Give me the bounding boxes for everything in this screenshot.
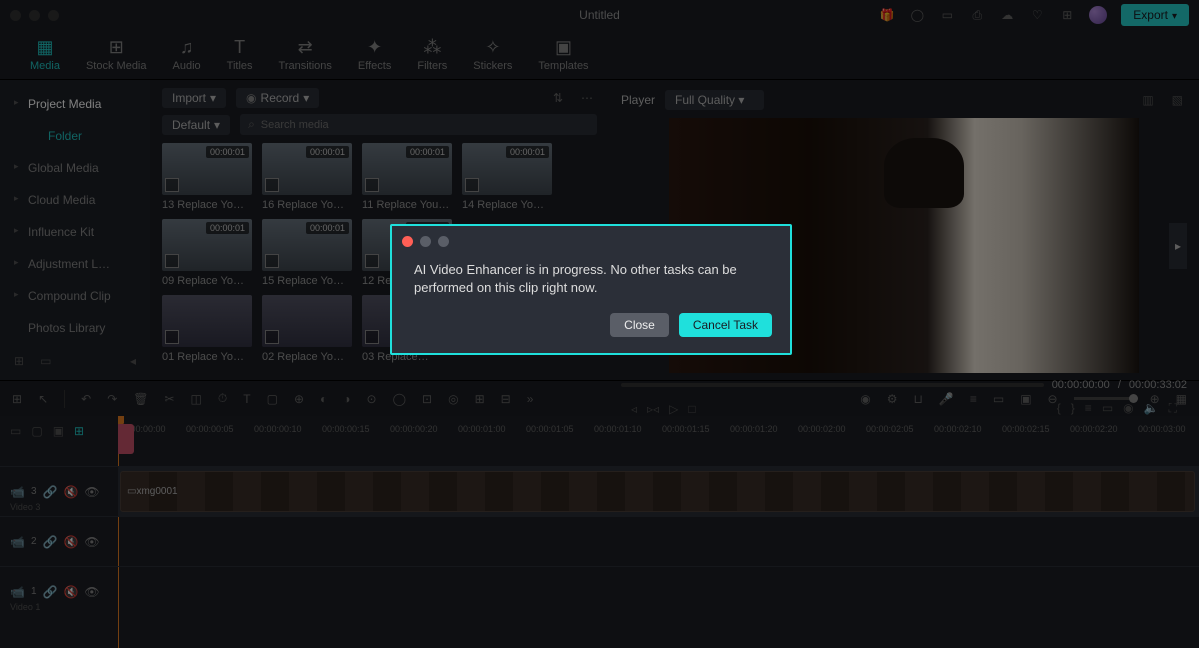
modal-message: AI Video Enhancer is in progress. No oth…	[392, 251, 790, 313]
cancel-task-button[interactable]: Cancel Task	[679, 313, 772, 337]
modal-actions: Close Cancel Task	[392, 313, 790, 353]
close-button[interactable]: Close	[610, 313, 669, 337]
modal-max-icon[interactable]	[438, 236, 449, 247]
modal-titlebar	[392, 226, 790, 251]
modal-close-icon[interactable]	[402, 236, 413, 247]
modal: AI Video Enhancer is in progress. No oth…	[390, 224, 792, 355]
modal-min-icon[interactable]	[420, 236, 431, 247]
